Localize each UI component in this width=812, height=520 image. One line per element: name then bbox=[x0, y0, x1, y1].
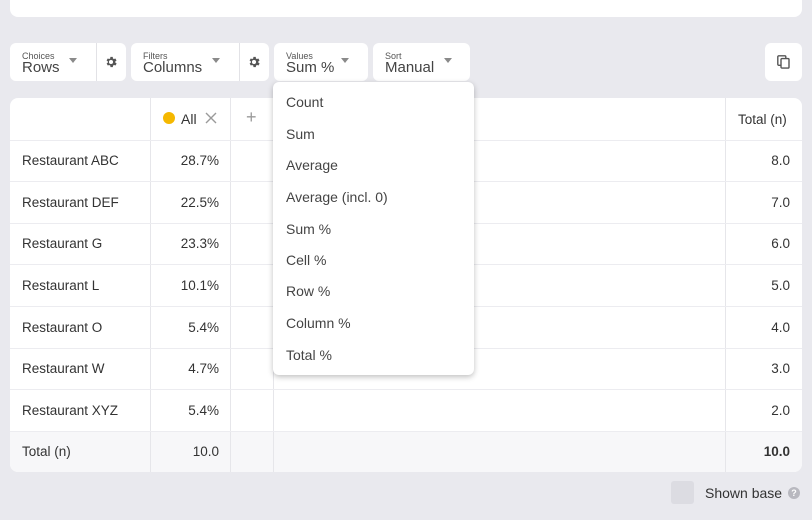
copy-button[interactable] bbox=[765, 43, 802, 81]
menu-item-sum[interactable]: Sum bbox=[286, 126, 315, 142]
shown-base-checkbox[interactable] bbox=[671, 481, 694, 504]
row-label: Restaurant XYZ bbox=[22, 403, 119, 418]
cell-all: 10.1% bbox=[180, 278, 219, 293]
menu-item-average[interactable]: Average bbox=[286, 157, 338, 173]
chevron-down-icon bbox=[69, 58, 77, 63]
cell-total: 7.0 bbox=[771, 195, 790, 210]
row-label: Restaurant G bbox=[22, 236, 103, 251]
total-row-all: 10.0 bbox=[192, 444, 219, 459]
cell-total: 5.0 bbox=[771, 278, 790, 293]
column-divider bbox=[230, 98, 231, 472]
row-label: Restaurant W bbox=[22, 361, 105, 376]
menu-item-count[interactable]: Count bbox=[286, 94, 323, 110]
cell-total: 8.0 bbox=[771, 153, 790, 168]
row-divider bbox=[10, 389, 802, 390]
values-selector[interactable]: Values Sum % bbox=[274, 43, 368, 81]
top-panel bbox=[10, 0, 802, 17]
menu-item-column-percent[interactable]: Column % bbox=[286, 315, 351, 331]
menu-item-total-percent[interactable]: Total % bbox=[286, 347, 332, 363]
add-column-icon[interactable]: + bbox=[246, 108, 257, 126]
row-label: Restaurant O bbox=[22, 320, 103, 335]
choices-selector[interactable]: Choices Rows bbox=[10, 43, 126, 81]
copy-icon bbox=[777, 55, 790, 69]
cell-all: 22.5% bbox=[180, 195, 219, 210]
sort-selector[interactable]: Sort Manual bbox=[373, 43, 470, 81]
cell-all: 23.3% bbox=[180, 236, 219, 251]
values-value: Sum % bbox=[286, 59, 335, 76]
gear-icon[interactable] bbox=[104, 55, 118, 69]
row-label: Restaurant ABC bbox=[22, 153, 119, 168]
series-color-dot bbox=[163, 112, 175, 124]
column-header-all-label: All bbox=[181, 111, 197, 127]
menu-item-cell-percent[interactable]: Cell % bbox=[286, 252, 326, 268]
cell-total: 4.0 bbox=[771, 320, 790, 335]
choices-value: Rows bbox=[22, 59, 60, 76]
shown-base-label: Shown base bbox=[705, 485, 783, 501]
total-row-background bbox=[10, 431, 802, 472]
cell-total: 6.0 bbox=[771, 236, 790, 251]
cell-all: 5.4% bbox=[188, 320, 219, 335]
menu-item-average-incl-0[interactable]: Average (incl. 0) bbox=[286, 189, 388, 205]
sort-value: Manual bbox=[385, 59, 435, 76]
values-dropdown-menu: Count Sum Average Average (incl. 0) Sum … bbox=[273, 82, 474, 375]
divider bbox=[239, 43, 240, 81]
help-icon[interactable]: ? bbox=[788, 487, 800, 499]
menu-item-row-percent[interactable]: Row % bbox=[286, 283, 330, 299]
chevron-down-icon bbox=[212, 58, 220, 63]
chevron-down-icon bbox=[341, 58, 349, 63]
filters-value: Columns bbox=[143, 59, 203, 76]
cell-all: 5.4% bbox=[188, 403, 219, 418]
filters-selector[interactable]: Filters Columns bbox=[131, 43, 269, 81]
row-label: Restaurant L bbox=[22, 278, 100, 293]
total-row-label: Total (n) bbox=[22, 444, 71, 459]
cell-all: 28.7% bbox=[180, 153, 219, 168]
divider bbox=[96, 43, 97, 81]
row-label: Restaurant DEF bbox=[22, 195, 119, 210]
total-row-total: 10.0 bbox=[763, 444, 790, 459]
gear-icon[interactable] bbox=[247, 55, 261, 69]
column-header-total: Total (n) bbox=[738, 112, 787, 127]
cell-total: 3.0 bbox=[771, 361, 790, 376]
menu-item-sum-percent[interactable]: Sum % bbox=[286, 221, 331, 237]
row-divider bbox=[10, 431, 802, 432]
cell-all: 4.7% bbox=[188, 361, 219, 376]
chevron-down-icon bbox=[444, 58, 452, 63]
close-icon[interactable] bbox=[205, 112, 217, 124]
cell-total: 2.0 bbox=[771, 403, 790, 418]
